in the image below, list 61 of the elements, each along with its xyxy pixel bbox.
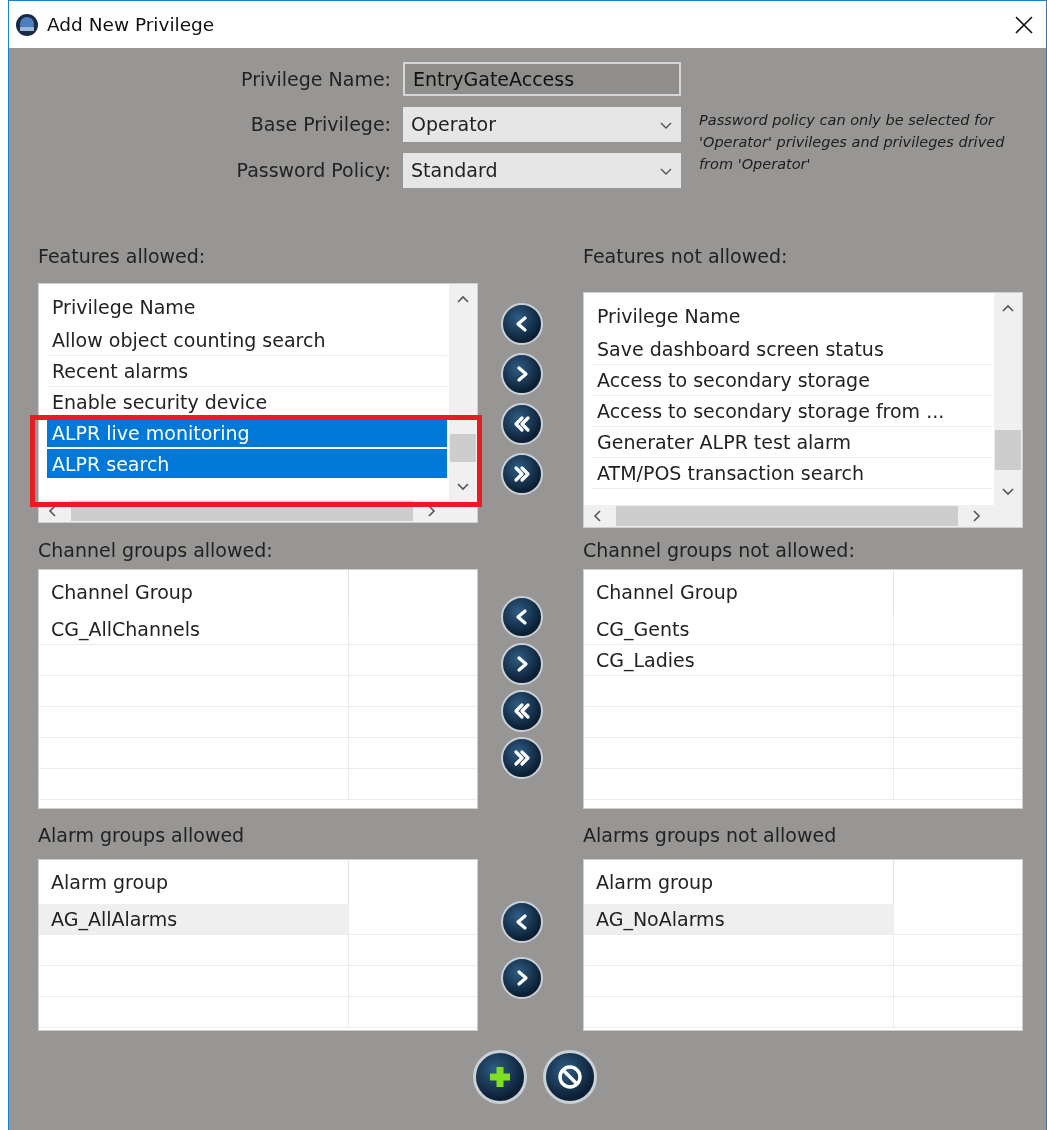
list-row[interactable]: ALPR search bbox=[47, 449, 447, 480]
list-row[interactable]: Access to secondary storage bbox=[592, 365, 992, 396]
table-cell[interactable]: CG_Ladies bbox=[584, 645, 894, 676]
column-header: Privilege Name bbox=[596, 304, 742, 329]
list-row[interactable]: Enable security device bbox=[47, 387, 447, 418]
field-label: Password Policy: bbox=[235, 158, 392, 184]
table-cell[interactable]: AG_NoAlarms bbox=[584, 904, 894, 935]
list-row[interactable]: Generater ALPR test alarm bbox=[592, 427, 992, 458]
section-label: Alarm groups allowed bbox=[38, 823, 246, 848]
move-left-button[interactable] bbox=[501, 596, 543, 638]
move-right-button[interactable] bbox=[501, 353, 543, 395]
column-header: Channel Group bbox=[39, 570, 349, 614]
column-header: Privilege Name bbox=[51, 295, 197, 320]
scroll-thumb[interactable] bbox=[450, 434, 476, 462]
move-all-left-button[interactable] bbox=[501, 403, 543, 445]
section-label: Features allowed: bbox=[38, 244, 207, 269]
section-label: Channel groups allowed: bbox=[38, 538, 274, 563]
add-button[interactable] bbox=[472, 1050, 527, 1104]
chevron-down-icon bbox=[456, 481, 470, 492]
move-all-right-button[interactable] bbox=[501, 737, 543, 779]
chevron-up-icon bbox=[1001, 303, 1015, 314]
double-chevron-right-icon bbox=[511, 747, 533, 769]
table-cell[interactable]: CG_AllChannels bbox=[39, 614, 349, 645]
list-row[interactable]: Access to secondary storage from ... bbox=[592, 396, 992, 427]
chevron-up-icon bbox=[456, 294, 470, 305]
list-row[interactable]: Save dashboard screen status bbox=[592, 334, 992, 365]
move-all-left-button[interactable] bbox=[501, 690, 543, 732]
list-row[interactable]: Allow object counting search bbox=[47, 325, 447, 356]
window-title: Add New Privilege bbox=[47, 12, 216, 37]
horizontal-scrollbar[interactable] bbox=[584, 505, 1022, 527]
field-label: Privilege Name: bbox=[240, 66, 392, 92]
scroll-thumb[interactable] bbox=[995, 430, 1021, 470]
section-label: Alarms groups not allowed bbox=[583, 823, 838, 848]
dropdown[interactable]: Standard bbox=[403, 153, 681, 188]
vertical-scrollbar[interactable] bbox=[449, 284, 477, 500]
chevron-down-icon bbox=[1001, 486, 1015, 497]
dropdown[interactable]: Operator bbox=[403, 107, 681, 142]
move-left-button[interactable] bbox=[501, 901, 543, 943]
table-cell[interactable]: AG_AllAlarms bbox=[39, 904, 349, 935]
column-header: Channel Group bbox=[584, 570, 894, 614]
scroll-thumb[interactable] bbox=[616, 506, 958, 526]
note-text: Password policy can only be selected for 'Operator' privileges and privileges drived from 'Operator' bbox=[699, 111, 1006, 174]
list-row[interactable]: ATM/POS transaction search bbox=[592, 458, 992, 489]
chevron-right-icon bbox=[971, 509, 982, 523]
section-label: Features not allowed: bbox=[583, 244, 789, 269]
chevron-left-icon bbox=[592, 509, 603, 523]
section-label: Channel groups not allowed: bbox=[583, 538, 856, 563]
chevron-left-icon bbox=[47, 504, 58, 518]
move-left-button[interactable] bbox=[501, 303, 543, 345]
move-right-button[interactable] bbox=[501, 957, 543, 999]
cancel-button[interactable] bbox=[542, 1050, 597, 1104]
table-cell[interactable]: CG_Gents bbox=[584, 614, 894, 645]
list-row[interactable]: ALPR live monitoring bbox=[47, 418, 447, 449]
list-row[interactable]: Recent alarms bbox=[47, 356, 447, 387]
close-icon bbox=[1014, 14, 1034, 35]
vertical-scrollbar[interactable] bbox=[994, 293, 1022, 505]
field-label: Base Privilege: bbox=[249, 112, 392, 138]
app-icon bbox=[15, 12, 39, 37]
chevron-right-icon bbox=[426, 504, 437, 518]
move-right-button[interactable] bbox=[501, 643, 543, 685]
move-all-right-button[interactable] bbox=[501, 453, 543, 495]
